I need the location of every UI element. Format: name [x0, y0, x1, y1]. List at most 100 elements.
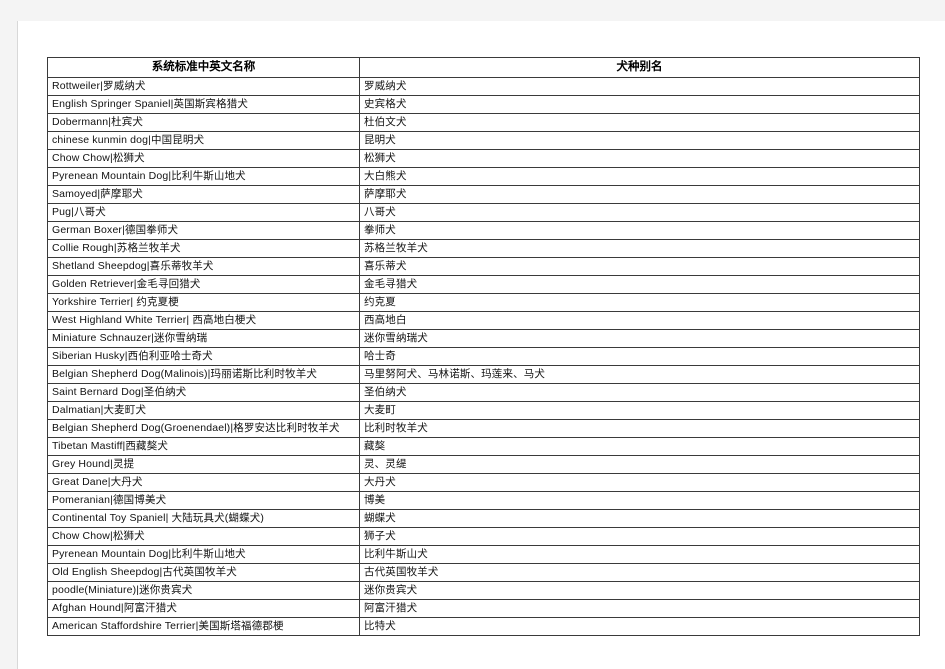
cell-breed-alias: 比特犬: [359, 617, 920, 636]
cell-breed-alias: 史宾格犬: [359, 95, 920, 114]
cell-standard-name: Collie Rough|苏格兰牧羊犬: [47, 239, 360, 258]
table-row: Continental Toy Spaniel| 大陆玩具犬(蝴蝶犬) 蝴蝶犬: [47, 509, 920, 528]
cell-breed-alias: 马里努阿犬、马林诺斯、玛莲来、马犬: [359, 365, 920, 384]
table-row: Rottweiler|罗威纳犬 罗威纳犬: [47, 77, 920, 96]
cell-breed-alias: 萨摩耶犬: [359, 185, 920, 204]
document-page: 系统标准中英文名称 犬种别名 Rottweiler|罗威纳犬 罗威纳犬 Englis…: [17, 21, 945, 669]
table-row: poodle(Miniature)|迷你贵宾犬 迷你贵宾犬: [47, 581, 920, 600]
table-row: Saint Bernard Dog|圣伯纳犬 圣伯纳犬: [47, 383, 920, 402]
cell-breed-alias: 金毛寻猎犬: [359, 275, 920, 294]
cell-breed-alias: 狮子犬: [359, 527, 920, 546]
cell-standard-name: Pyrenean Mountain Dog|比利牛斯山地犬: [47, 167, 360, 186]
table-row: Siberian Husky|西伯利亚哈士奇犬 哈士奇: [47, 347, 920, 366]
table-row: Grey Hound|灵提 灵、灵缇: [47, 455, 920, 474]
cell-breed-alias: 昆明犬: [359, 131, 920, 150]
top-gray-band: [0, 0, 945, 21]
table-row: Chow Chow|松狮犬 松狮犬: [47, 149, 920, 168]
cell-standard-name: American Staffordshire Terrier|美国斯塔福德郡梗: [47, 617, 360, 636]
table-row: Golden Retriever|金毛寻回猎犬 金毛寻猎犬: [47, 275, 920, 294]
cell-standard-name: Tibetan Mastiff|西藏獒犬: [47, 437, 360, 456]
cell-breed-alias: 罗威纳犬: [359, 77, 920, 96]
cell-standard-name: German Boxer|德国拳师犬: [47, 221, 360, 240]
cell-breed-alias: 大丹犬: [359, 473, 920, 492]
dog-breed-table: 系统标准中英文名称 犬种别名 Rottweiler|罗威纳犬 罗威纳犬 Englis…: [47, 57, 920, 636]
cell-standard-name: Dalmatian|大麦町犬: [47, 401, 360, 420]
table-row: Shetland Sheepdog|喜乐蒂牧羊犬 喜乐蒂犬: [47, 257, 920, 276]
cell-standard-name: Chow Chow|松狮犬: [47, 149, 360, 168]
cell-breed-alias: 哈士奇: [359, 347, 920, 366]
cell-breed-alias: 比利牛斯山犬: [359, 545, 920, 564]
table-row: Tibetan Mastiff|西藏獒犬 藏獒: [47, 437, 920, 456]
cell-standard-name: Old English Sheepdog|古代英国牧羊犬: [47, 563, 360, 582]
cell-breed-alias: 古代英国牧羊犬: [359, 563, 920, 582]
cell-standard-name: Great Dane|大丹犬: [47, 473, 360, 492]
cell-breed-alias: 阿富汗猎犬: [359, 599, 920, 618]
table-row: German Boxer|德国拳师犬 拳师犬: [47, 221, 920, 240]
cell-breed-alias: 西高地白: [359, 311, 920, 330]
cell-breed-alias: 杜伯文犬: [359, 113, 920, 132]
table-row: Pyrenean Mountain Dog|比利牛斯山地犬 比利牛斯山犬: [47, 545, 920, 564]
table-row: Pomeranian|德国博美犬 博美: [47, 491, 920, 510]
cell-standard-name: Dobermann|杜宾犬: [47, 113, 360, 132]
table-row: Pug|八哥犬 八哥犬: [47, 203, 920, 222]
cell-standard-name: Pyrenean Mountain Dog|比利牛斯山地犬: [47, 545, 360, 564]
cell-standard-name: Miniature Schnauzer|迷你雪纳瑞: [47, 329, 360, 348]
cell-standard-name: chinese kunmin dog|中国昆明犬: [47, 131, 360, 150]
table-row: Chow Chow|松狮犬 狮子犬: [47, 527, 920, 546]
cell-standard-name: Continental Toy Spaniel| 大陆玩具犬(蝴蝶犬): [47, 509, 360, 528]
cell-standard-name: Shetland Sheepdog|喜乐蒂牧羊犬: [47, 257, 360, 276]
table-header: 系统标准中英文名称 犬种别名: [47, 57, 920, 78]
cell-standard-name: Rottweiler|罗威纳犬: [47, 77, 360, 96]
cell-standard-name: Belgian Shepherd Dog(Malinois)|玛丽诺斯比利时牧羊…: [47, 365, 360, 384]
cell-breed-alias: 大白熊犬: [359, 167, 920, 186]
cell-breed-alias: 蝴蝶犬: [359, 509, 920, 528]
cell-breed-alias: 松狮犬: [359, 149, 920, 168]
table-row: Dalmatian|大麦町犬 大麦町: [47, 401, 920, 420]
table-row: Belgian Shepherd Dog(Groenendael)|格罗安达比利…: [47, 419, 920, 438]
cell-breed-alias: 藏獒: [359, 437, 920, 456]
cell-breed-alias: 喜乐蒂犬: [359, 257, 920, 276]
cell-standard-name: Pomeranian|德国博美犬: [47, 491, 360, 510]
document-viewport: 系统标准中英文名称 犬种别名 Rottweiler|罗威纳犬 罗威纳犬 Englis…: [0, 0, 945, 669]
table-body: Rottweiler|罗威纳犬 罗威纳犬 English Springer Span…: [47, 77, 920, 636]
cell-standard-name: Afghan Hound|阿富汗猎犬: [47, 599, 360, 618]
cell-standard-name: Yorkshire Terrier| 约克夏梗: [47, 293, 360, 312]
cell-standard-name: poodle(Miniature)|迷你贵宾犬: [47, 581, 360, 600]
table-row: Dobermann|杜宾犬 杜伯文犬: [47, 113, 920, 132]
cell-standard-name: Grey Hound|灵提: [47, 455, 360, 474]
cell-standard-name: Samoyed|萨摩耶犬: [47, 185, 360, 204]
cell-breed-alias: 迷你雪纳瑞犬: [359, 329, 920, 348]
table-row: Afghan Hound|阿富汗猎犬 阿富汗猎犬: [47, 599, 920, 618]
table-row: Yorkshire Terrier| 约克夏梗 约克夏: [47, 293, 920, 312]
table-row: English Springer Spaniel|英国斯宾格猎犬 史宾格犬: [47, 95, 920, 114]
cell-breed-alias: 灵、灵缇: [359, 455, 920, 474]
cell-breed-alias: 约克夏: [359, 293, 920, 312]
table-row: chinese kunmin dog|中国昆明犬 昆明犬: [47, 131, 920, 150]
cell-breed-alias: 八哥犬: [359, 203, 920, 222]
table-row: Collie Rough|苏格兰牧羊犬 苏格兰牧羊犬: [47, 239, 920, 258]
cell-standard-name: Siberian Husky|西伯利亚哈士奇犬: [47, 347, 360, 366]
cell-breed-alias: 博美: [359, 491, 920, 510]
column-header-standard-name: 系统标准中英文名称: [47, 57, 360, 78]
table-row: Great Dane|大丹犬 大丹犬: [47, 473, 920, 492]
table-row: Pyrenean Mountain Dog|比利牛斯山地犬 大白熊犬: [47, 167, 920, 186]
cell-standard-name: Chow Chow|松狮犬: [47, 527, 360, 546]
cell-breed-alias: 迷你贵宾犬: [359, 581, 920, 600]
table-row: Miniature Schnauzer|迷你雪纳瑞 迷你雪纳瑞犬: [47, 329, 920, 348]
table-row: Old English Sheepdog|古代英国牧羊犬 古代英国牧羊犬: [47, 563, 920, 582]
cell-standard-name: Saint Bernard Dog|圣伯纳犬: [47, 383, 360, 402]
table-row: American Staffordshire Terrier|美国斯塔福德郡梗比…: [47, 617, 920, 636]
cell-standard-name: Belgian Shepherd Dog(Groenendael)|格罗安达比利…: [47, 419, 360, 438]
table-row: Belgian Shepherd Dog(Malinois)|玛丽诺斯比利时牧羊…: [47, 365, 920, 384]
cell-breed-alias: 比利时牧羊犬: [359, 419, 920, 438]
cell-standard-name: West Highland White Terrier| 西高地白梗犬: [47, 311, 360, 330]
dog-breed-table-container: 系统标准中英文名称 犬种别名 Rottweiler|罗威纳犬 罗威纳犬 Englis…: [47, 57, 920, 636]
cell-standard-name: Golden Retriever|金毛寻回猎犬: [47, 275, 360, 294]
cell-breed-alias: 大麦町: [359, 401, 920, 420]
table-row: Samoyed|萨摩耶犬 萨摩耶犬: [47, 185, 920, 204]
cell-breed-alias: 拳师犬: [359, 221, 920, 240]
cell-breed-alias: 苏格兰牧羊犬: [359, 239, 920, 258]
column-header-breed-alias: 犬种别名: [359, 57, 920, 78]
table-row: West Highland White Terrier| 西高地白梗犬 西高地白: [47, 311, 920, 330]
cell-standard-name: English Springer Spaniel|英国斯宾格猎犬: [47, 95, 360, 114]
